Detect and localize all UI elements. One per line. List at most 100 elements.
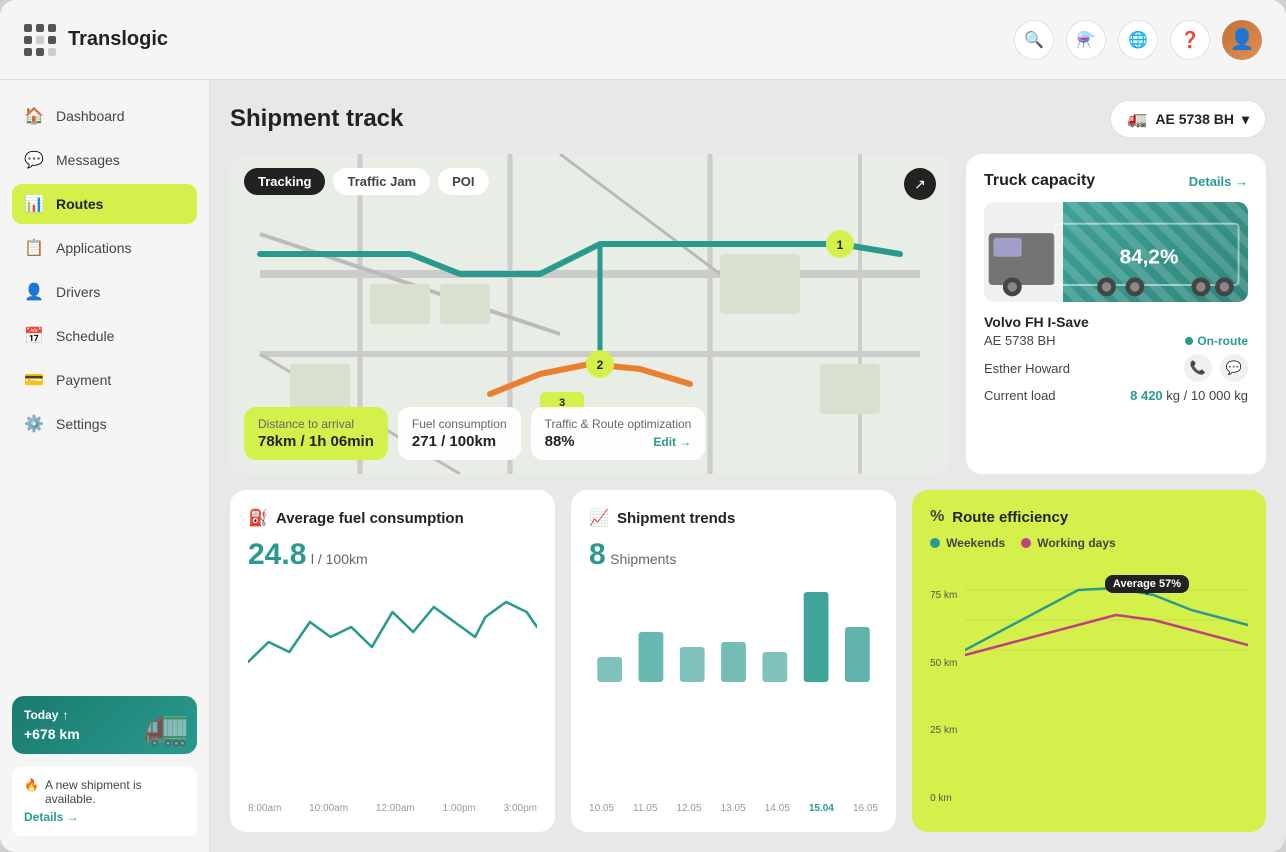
svg-text:84,2%: 84,2% bbox=[1120, 245, 1179, 268]
route-card-header: % Route efficiency bbox=[930, 508, 1248, 526]
fuel-label: Fuel consumption bbox=[412, 417, 507, 431]
shipment-label: Shipments bbox=[610, 551, 676, 567]
new-shipment-card: 🔥 A new shipment is available. Details → bbox=[12, 766, 197, 836]
route-efficiency-card: % Route efficiency Weekends Working days bbox=[912, 490, 1266, 832]
contact-icons: 📞 💬 bbox=[1184, 354, 1248, 382]
fuel-value: 271 / 100km bbox=[412, 433, 507, 450]
svg-text:2: 2 bbox=[597, 358, 604, 372]
load-unit-2: kg bbox=[1234, 388, 1248, 403]
route-legend: Weekends Working days bbox=[930, 536, 1248, 550]
fuel-x-axis: 8:00am 10:00am 12:00am 1:00pm 3:00pm bbox=[248, 803, 537, 814]
fuel-unit: l / 100km bbox=[311, 551, 368, 567]
applications-icon: 📋 bbox=[24, 238, 44, 258]
map-tabs: Tracking Traffic Jam POI bbox=[244, 168, 489, 195]
vehicle-selector[interactable]: 🚛 AE 5738 BH ▾ bbox=[1110, 100, 1266, 138]
fuel-card: ⛽ Average fuel consumption 24.8 l / 100k… bbox=[230, 490, 555, 832]
fuel-chart bbox=[248, 582, 537, 789]
percent-icon: % bbox=[930, 508, 944, 526]
topbar: Translogic 🔍 ⚗️ 🌐 ❓ 👤 bbox=[0, 0, 1286, 80]
main-content: Shipment track 🚛 AE 5738 BH ▾ bbox=[210, 80, 1286, 852]
map-expand-button[interactable]: ↗ bbox=[904, 168, 936, 200]
sidebar-label-applications: Applications bbox=[56, 240, 132, 256]
bottom-row: ⛽ Average fuel consumption 24.8 l / 100k… bbox=[230, 490, 1266, 832]
sidebar-label-schedule: Schedule bbox=[56, 328, 114, 344]
map-tab-tracking[interactable]: Tracking bbox=[244, 168, 325, 195]
filter-button[interactable]: ⚗️ bbox=[1066, 20, 1106, 60]
load-value: 8 420 kg / 10 000 kg bbox=[1130, 388, 1248, 403]
s-x-3: 13.05 bbox=[721, 803, 746, 814]
driver-name: Esther Howard bbox=[984, 361, 1070, 376]
driver-row: Esther Howard 📞 💬 bbox=[984, 351, 1248, 385]
sidebar-item-drivers[interactable]: 👤 Drivers bbox=[12, 272, 197, 312]
user-avatar[interactable]: 👤 bbox=[1222, 20, 1262, 60]
sidebar-item-dashboard[interactable]: 🏠 Dashboard bbox=[12, 96, 197, 136]
truck-capacity-title: Truck capacity bbox=[984, 172, 1095, 190]
new-shipment-details[interactable]: Details → bbox=[24, 810, 185, 824]
s-x-1: 11.05 bbox=[633, 803, 657, 814]
sidebar-item-applications[interactable]: 📋 Applications bbox=[12, 228, 197, 268]
sidebar-item-messages[interactable]: 💬 Messages bbox=[12, 140, 197, 180]
main-row: 1 2 3 Tracking Traffic Jam POI bbox=[230, 154, 1266, 474]
map-tab-poi[interactable]: POI bbox=[438, 168, 488, 195]
sidebar-item-schedule[interactable]: 📅 Schedule bbox=[12, 316, 197, 356]
truck-details-link[interactable]: Details → bbox=[1189, 174, 1248, 189]
s-x-4: 14.05 bbox=[765, 803, 790, 814]
truck-visual: 84,2% bbox=[984, 202, 1248, 302]
status-dot bbox=[1185, 337, 1193, 345]
phone-button[interactable]: 📞 bbox=[1184, 354, 1212, 382]
shipment-x-axis: 10.05 11.05 12.05 13.05 14.05 15.04 16.0… bbox=[589, 803, 878, 814]
sidebar-item-payment[interactable]: 💳 Payment bbox=[12, 360, 197, 400]
sidebar-label-payment: Payment bbox=[56, 372, 111, 388]
search-button[interactable]: 🔍 bbox=[1014, 20, 1054, 60]
traffic-value: 88% bbox=[545, 433, 575, 450]
drivers-icon: 👤 bbox=[24, 282, 44, 302]
map-info-cards: Distance to arrival 78km / 1h 06min Fuel… bbox=[244, 407, 936, 460]
message-button[interactable]: 💬 bbox=[1220, 354, 1248, 382]
today-card[interactable]: Today ↑ +678 km 🚛 bbox=[12, 696, 197, 754]
avg-tooltip: Average 57% bbox=[1105, 575, 1189, 593]
truck-icon: 🚛 bbox=[1127, 109, 1147, 129]
truck-silhouette-icon: 🚛 bbox=[144, 706, 189, 748]
current-load: 8 420 bbox=[1130, 388, 1163, 403]
sidebar-label-drivers: Drivers bbox=[56, 284, 100, 300]
panel-header: Truck capacity Details → bbox=[984, 172, 1248, 190]
distance-value: 78km / 1h 06min bbox=[258, 433, 374, 450]
help-button[interactable]: ❓ bbox=[1170, 20, 1210, 60]
sidebar-bottom: Today ↑ +678 km 🚛 🔥 A new shipment is av… bbox=[12, 696, 197, 836]
fuel-icon: ⛽ bbox=[248, 508, 268, 528]
page-title: Shipment track bbox=[230, 105, 403, 133]
sidebar-label-settings: Settings bbox=[56, 416, 107, 432]
map-container: 1 2 3 Tracking Traffic Jam POI bbox=[230, 154, 950, 474]
fuel-title: Average fuel consumption bbox=[276, 510, 464, 527]
weekends-dot bbox=[930, 538, 940, 548]
sidebar-label-routes: Routes bbox=[56, 196, 103, 212]
x-label-1: 10:00am bbox=[309, 803, 348, 814]
shipment-icon: 📈 bbox=[589, 508, 609, 528]
status-badge: On-route bbox=[1185, 334, 1248, 348]
fuel-main-value: 24.8 bbox=[248, 538, 306, 571]
distance-label: Distance to arrival bbox=[258, 417, 374, 431]
shipment-card: 📈 Shipment trends 8 Shipments bbox=[571, 490, 896, 832]
s-x-5: 15.04 bbox=[809, 803, 834, 814]
traffic-card: Traffic & Route optimization 88% Edit → bbox=[531, 407, 706, 460]
workdays-label: Working days bbox=[1037, 536, 1115, 550]
logo-grid bbox=[24, 24, 56, 56]
globe-button[interactable]: 🌐 bbox=[1118, 20, 1158, 60]
x-label-4: 3:00pm bbox=[504, 803, 537, 814]
truck-plate-row: AE 5738 BH On-route bbox=[984, 330, 1248, 351]
vehicle-id: AE 5738 BH bbox=[1155, 111, 1234, 127]
routes-icon: 📊 bbox=[24, 194, 44, 214]
status-text: On-route bbox=[1197, 334, 1248, 348]
sidebar-item-routes[interactable]: 📊 Routes bbox=[12, 184, 197, 224]
max-load: 10 000 bbox=[1191, 388, 1231, 403]
load-unit-1: kg / bbox=[1166, 388, 1191, 403]
settings-icon: ⚙️ bbox=[24, 414, 44, 434]
load-row: Current load 8 420 kg / 10 000 kg bbox=[984, 385, 1248, 406]
fire-icon: 🔥 bbox=[24, 778, 39, 792]
shipment-card-header: 📈 Shipment trends bbox=[589, 508, 878, 528]
truck-info: Volvo FH I-Save AE 5738 BH On-route Esth… bbox=[984, 314, 1248, 406]
sidebar-item-settings[interactable]: ⚙️ Settings bbox=[12, 404, 197, 444]
edit-link[interactable]: Edit → bbox=[653, 435, 691, 449]
map-tab-traffic[interactable]: Traffic Jam bbox=[333, 168, 430, 195]
x-label-2: 12:00am bbox=[376, 803, 415, 814]
